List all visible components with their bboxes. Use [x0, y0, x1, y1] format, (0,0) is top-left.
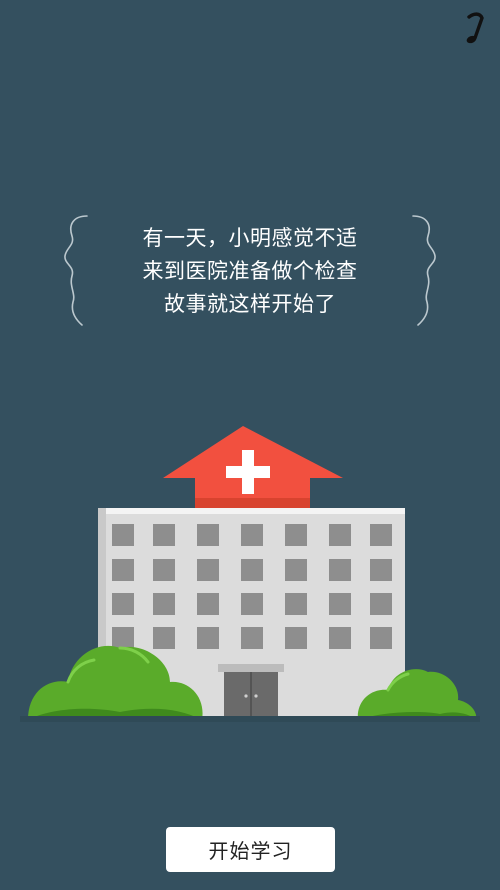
- left-bracket-decoration: [64, 215, 88, 326]
- story-text-panel: 有一天，小明感觉不适 来到医院准备做个检查 故事就这样开始了: [60, 210, 440, 330]
- intro-screen: 有一天，小明感觉不适 来到医院准备做个检查 故事就这样开始了 开始学习: [0, 0, 500, 890]
- story-line-2: 来到医院准备做个检查: [142, 259, 358, 283]
- story-line-1: 有一天，小明感觉不适: [142, 226, 358, 250]
- story-line-3: 故事就这样开始了: [164, 292, 336, 316]
- hospital-building-image: [20, 426, 480, 722]
- music-note-icon: [466, 12, 484, 44]
- start-learning-button[interactable]: 开始学习: [166, 827, 335, 872]
- music-toggle-button[interactable]: [460, 10, 488, 46]
- story-lines: 有一天，小明感觉不适 来到医院准备做个检查 故事就这样开始了: [90, 222, 410, 321]
- hospital-illustration: [20, 420, 480, 730]
- right-bracket-decoration: [412, 215, 436, 326]
